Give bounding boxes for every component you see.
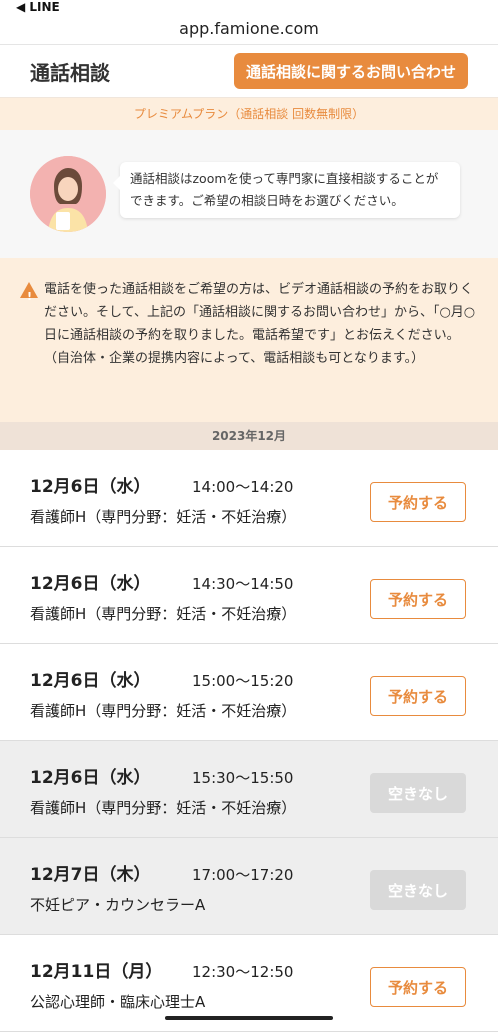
intro-speech-bubble: 通話相談はzoomを使って専門家に直接相談することができます。ご希望の相談日時を… — [113, 162, 460, 218]
slot-staff: 看護師H（専門分野：妊活・不妊治療） — [30, 702, 297, 720]
slot-time: 12:30〜12:50 — [192, 963, 294, 981]
warning-icon: ! — [20, 282, 38, 303]
slot-row: 12月6日（水） 15:00〜15:20 看護師H（専門分野：妊活・不妊治療） 予約す… — [0, 644, 498, 741]
reserve-button[interactable]: 予約する — [370, 482, 466, 522]
reserve-button[interactable]: 予約する — [370, 579, 466, 619]
slot-date: 12月6日（水） — [30, 574, 151, 594]
page-header: 通話相談 通話相談に関するお問い合わせ — [0, 44, 498, 98]
slot-row: 12月7日（木） 17:00〜17:20 不妊ピア・カウンセラーA 空きなし — [0, 838, 498, 935]
contact-inquiry-button[interactable]: 通話相談に関するお問い合わせ — [233, 53, 468, 89]
notice-text: 電話を使った通話相談をご希望の方は、ビデオ通話相談の予約をお取りください。そして… — [44, 282, 476, 366]
slot-time: 14:30〜14:50 — [192, 575, 294, 593]
home-indicator — [165, 1016, 333, 1020]
reserve-button[interactable]: 予約する — [370, 967, 466, 1007]
page-title: 通話相談 — [30, 60, 110, 85]
slot-date: 12月6日（水） — [30, 477, 151, 497]
slot-staff: 不妊ピア・カウンセラーA — [30, 896, 206, 914]
slot-date: 12月11日（月） — [30, 962, 163, 982]
slot-list: 12月6日（水） 14:00〜14:20 看護師H（専門分野：妊活・不妊治療） 予約す… — [0, 450, 498, 1032]
intro-section: 通話相談はzoomを使って専門家に直接相談することができます。ご希望の相談日時を… — [0, 130, 498, 258]
slot-date: 12月7日（木） — [30, 865, 151, 885]
counselor-avatar — [30, 156, 106, 232]
slot-staff: 看護師H（専門分野：妊活・不妊治療） — [30, 605, 297, 623]
slot-time: 15:00〜15:20 — [192, 672, 294, 690]
slot-row: 12月6日（水） 14:30〜14:50 看護師H（専門分野：妊活・不妊治療） 予約す… — [0, 547, 498, 644]
unavailable-button: 空きなし — [370, 773, 466, 813]
reserve-button[interactable]: 予約する — [370, 676, 466, 716]
slot-time: 15:30〜15:50 — [192, 769, 294, 787]
unavailable-button: 空きなし — [370, 870, 466, 910]
phone-notice: ! 電話を使った通話相談をご希望の方は、ビデオ通話相談の予約をお取りください。そ… — [0, 258, 498, 422]
slot-time: 14:00〜14:20 — [192, 478, 294, 496]
url-text: app.famione.com — [179, 19, 319, 38]
slot-row: 12月6日（水） 14:00〜14:20 看護師H（専門分野：妊活・不妊治療） 予約す… — [0, 450, 498, 547]
slot-date: 12月6日（水） — [30, 671, 151, 691]
slot-row: 12月6日（水） 15:30〜15:50 看護師H（専門分野：妊活・不妊治療） 空きな… — [0, 741, 498, 838]
slot-staff: 看護師H（専門分野：妊活・不妊治療） — [30, 799, 297, 817]
slot-time: 17:00〜17:20 — [192, 866, 294, 884]
slot-staff: 公認心理師・臨床心理士A — [30, 993, 206, 1011]
plan-banner: プレミアムプラン（通話相談 回数無制限） — [0, 98, 498, 130]
month-header: 2023年12月 — [0, 422, 498, 450]
slot-staff: 看護師H（専門分野：妊活・不妊治療） — [30, 508, 297, 526]
status-bar: ◀ LINE — [0, 0, 498, 14]
url-bar[interactable]: app.famione.com — [0, 14, 498, 44]
back-to-line-button[interactable]: ◀ LINE — [16, 0, 60, 14]
slot-date: 12月6日（水） — [30, 768, 151, 788]
